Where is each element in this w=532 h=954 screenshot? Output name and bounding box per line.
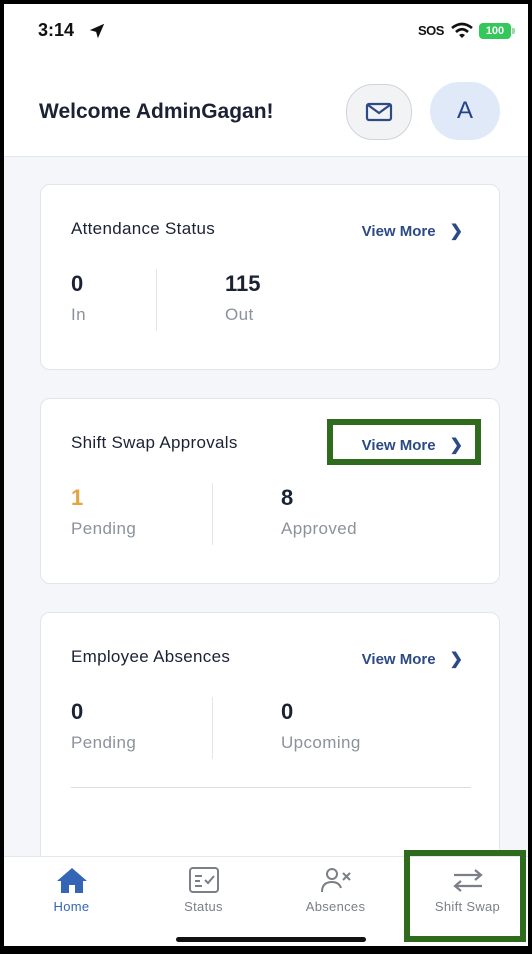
absences-card: Employee Absences View More ❯ 0 Pending … [40,612,500,874]
attendance-view-more-link[interactable]: View More ❯ [362,221,463,241]
absences-pending-label: Pending [71,733,137,752]
stat-divider [212,697,213,759]
stat-divider [156,269,157,331]
chevron-right-icon: ❯ [449,651,463,668]
phone-screen: 3:14 SOS 100 Welcome AdminGagan! A Atten… [4,4,528,946]
shift-swap-pending-label: Pending [71,519,137,538]
tab-status-label: Status [184,899,223,914]
shift-swap-approved-value: 8 [281,485,294,510]
messages-button[interactable] [346,84,412,140]
absences-icon [320,868,351,893]
shift-swap-approved-label: Approved [281,519,357,538]
view-more-label: View More [361,222,436,240]
avatar[interactable]: A [430,82,500,140]
attendance-in-value: 0 [71,271,84,296]
welcome-title: Welcome AdminGagan! [39,100,274,123]
attendance-in-label: In [71,305,86,324]
status-icon [188,867,219,893]
location-arrow-icon [89,23,105,39]
attendance-out-label: Out [225,305,254,324]
app-header: Welcome AdminGagan! A [4,60,528,157]
absences-view-more-link[interactable]: View More ❯ [362,649,463,669]
wifi-icon [451,22,473,38]
tab-home[interactable]: Home [6,857,137,946]
home-icon [56,868,87,893]
mail-icon [365,102,393,122]
sos-indicator: SOS [418,23,444,38]
attendance-title: Attendance Status [71,219,216,238]
card-separator [71,787,471,788]
shift-swap-pending-value: 1 [71,485,84,510]
battery-icon: 100 [479,23,511,39]
home-indicator [176,937,366,942]
absences-upcoming-label: Upcoming [281,733,361,752]
stat-divider [212,483,213,545]
view-more-label: View More [361,650,436,668]
tab-absences-label: Absences [305,899,366,914]
shift-swap-title: Shift Swap Approvals [71,433,238,452]
absences-pending-value: 0 [71,699,84,724]
tab-home-label: Home [53,899,90,914]
tab-status[interactable]: Status [138,857,269,946]
highlight-box [327,419,481,465]
absences-upcoming-value: 0 [281,699,294,724]
attendance-card: Attendance Status View More ❯ 0 In 115 O… [40,184,500,370]
tab-absences[interactable]: Absences [270,857,401,946]
highlight-box [404,850,526,942]
status-time: 3:14 [38,20,75,40]
battery-nub [512,28,515,34]
absences-title: Employee Absences [71,647,231,666]
chevron-right-icon: ❯ [449,223,463,240]
attendance-out-value: 115 [225,271,261,296]
status-bar: 3:14 SOS 100 [4,4,528,60]
